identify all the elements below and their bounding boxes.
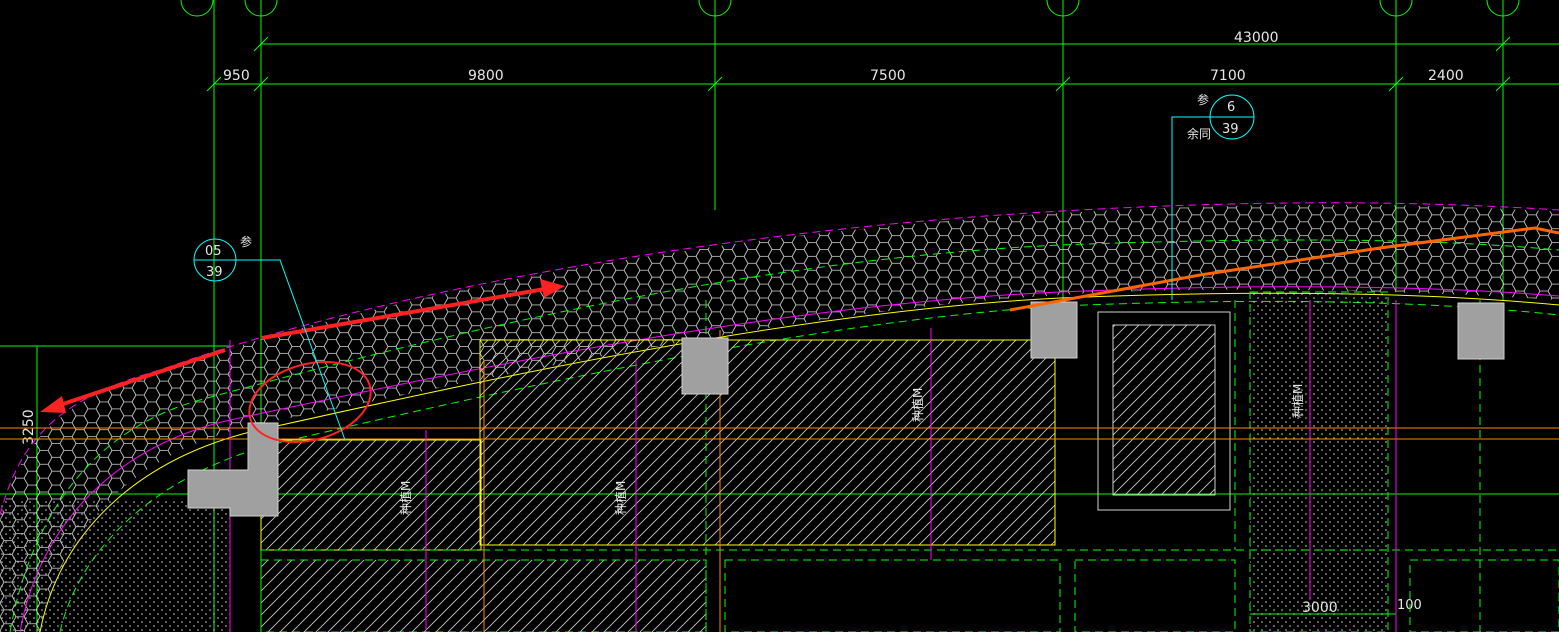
axis-bubbles (180, 0, 1520, 17)
callout-05-number: 05 (205, 244, 222, 259)
left-edge-dimension: 3250 (21, 409, 37, 445)
cad-drawing-canvas[interactable]: 43000 950 9800 7500 7100 2400 3250 3000 … (0, 0, 1559, 632)
span-dimension-2: 9800 (468, 68, 504, 84)
zone-label-3: 种植M (910, 388, 925, 422)
callout-6-sheet: 39 (1222, 122, 1239, 137)
callout-05-sheet: 39 (206, 265, 223, 280)
span-dimension-4: 7100 (1210, 68, 1246, 84)
span-dimension-5: 2400 (1428, 68, 1464, 84)
zone-label-1: 种植M (398, 481, 413, 515)
zone-label-2: 种植M (613, 481, 628, 515)
callout-6-note2: 余同 (1187, 126, 1211, 141)
callout-6-number: 6 (1227, 100, 1235, 115)
zone-label-4: 种植M (1290, 384, 1305, 418)
span-dimension-1: 950 (223, 68, 250, 84)
span-dimension-3: 7500 (870, 68, 906, 84)
overall-dimension: 43000 (1234, 30, 1279, 46)
callout-6-note: 参 (1197, 92, 1209, 107)
callout-05-note: 参 (240, 234, 252, 249)
bottom-offset-dimension: 100 (1397, 598, 1422, 613)
